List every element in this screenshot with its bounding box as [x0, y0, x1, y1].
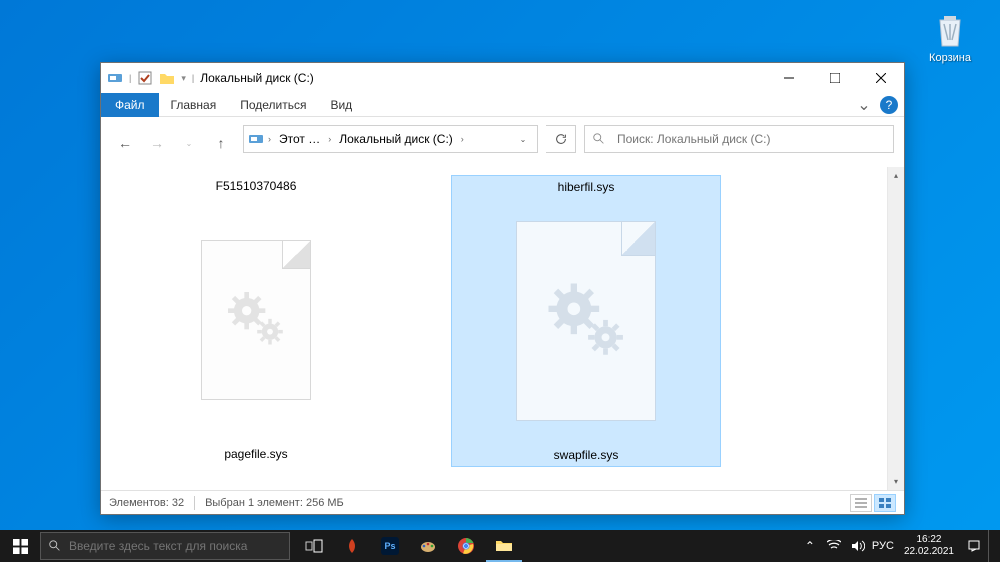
ribbon: Файл Главная Поделиться Вид ⌄ ? — [101, 93, 904, 117]
vertical-scrollbar[interactable]: ▴ ▾ — [887, 167, 904, 490]
addr-dropdown[interactable]: ⌄ — [513, 135, 533, 144]
search-input[interactable] — [613, 132, 893, 146]
show-desktop-button[interactable] — [988, 530, 994, 562]
scroll-down-button[interactable]: ▾ — [888, 473, 904, 490]
tray-language[interactable]: РУС — [872, 540, 894, 552]
scroll-up-button[interactable]: ▴ — [888, 167, 904, 184]
tray-volume-icon[interactable] — [848, 530, 868, 562]
status-selected: Выбран 1 элемент: 256 МБ — [205, 497, 344, 509]
taskbar-search[interactable] — [40, 532, 290, 560]
taskbar-search-input[interactable] — [69, 539, 289, 553]
recycle-bin-icon — [930, 10, 970, 50]
taskbar-app-photoshop[interactable]: Ps — [372, 530, 408, 562]
titlebar[interactable]: | ▾ | Локальный диск (C:) — [101, 63, 904, 93]
tray-clock[interactable]: 16:22 22.02.2021 — [898, 534, 960, 558]
start-button[interactable] — [0, 530, 40, 562]
nav-back-button[interactable]: ← — [111, 129, 139, 157]
file-thumb — [181, 195, 331, 445]
tray-date: 22.02.2021 — [904, 546, 954, 558]
qat-sep: | — [129, 73, 131, 83]
checkbox-icon[interactable] — [137, 70, 153, 86]
close-button[interactable] — [858, 63, 904, 93]
nav-up-button[interactable]: ↑ — [207, 129, 235, 157]
address-bar[interactable]: › Этот … › Локальный диск (C:) › ⌄ — [243, 125, 538, 153]
refresh-button[interactable] — [546, 125, 576, 153]
ribbon-home-tab[interactable]: Главная — [159, 93, 229, 117]
file-item-selected[interactable]: hiberfil.sys swapfile.sys — [451, 175, 721, 467]
recycle-bin[interactable]: Корзина — [920, 10, 980, 64]
minimize-button[interactable] — [766, 63, 812, 93]
file-name-bottom: pagefile.sys — [224, 447, 287, 461]
ribbon-file-tab[interactable]: Файл — [101, 93, 159, 117]
addr-drive-icon — [248, 131, 264, 147]
ribbon-view-tab[interactable]: Вид — [318, 93, 364, 117]
folder-icon[interactable] — [159, 70, 175, 86]
file-item[interactable]: F51510370486 pagefile.sys — [121, 175, 391, 467]
ribbon-share-tab[interactable]: Поделиться — [228, 93, 318, 117]
tray-time: 16:22 — [904, 534, 954, 546]
qat-dd[interactable]: ▾ — [181, 73, 186, 84]
thumbnails-view-button[interactable] — [874, 494, 896, 512]
search-box[interactable] — [584, 125, 894, 153]
taskbar-app-explorer[interactable] — [486, 530, 522, 562]
tray-expand-button[interactable]: ⌃ — [800, 530, 820, 562]
taskbar-search-icon — [41, 539, 69, 553]
maximize-button[interactable] — [812, 63, 858, 93]
status-count: Элементов: 32 — [109, 497, 184, 509]
tray-network-icon[interactable] — [824, 530, 844, 562]
breadcrumb-pc[interactable]: Этот … — [275, 126, 324, 152]
drive-icon — [107, 70, 123, 86]
window-controls — [766, 63, 904, 93]
nav-recent-button[interactable]: ⌄ — [175, 129, 203, 157]
taskbar-app-chrome[interactable] — [448, 530, 484, 562]
explorer-window: | ▾ | Локальный диск (C:) Файл Главная П… — [100, 62, 905, 515]
qat-sep2: | — [192, 73, 194, 83]
statusbar: Элементов: 32 Выбран 1 элемент: 256 МБ — [101, 490, 904, 514]
qat-icons: | ▾ | — [101, 70, 194, 86]
window-title: Локальный диск (C:) — [200, 71, 766, 85]
task-view-button[interactable] — [296, 530, 332, 562]
file-name-top: hiberfil.sys — [558, 180, 615, 194]
details-view-button[interactable] — [850, 494, 872, 512]
taskbar-app-paint[interactable] — [410, 530, 446, 562]
addr-sep-2[interactable]: › — [459, 134, 466, 144]
file-thumb — [511, 196, 661, 446]
recycle-bin-label: Корзина — [929, 52, 971, 64]
ribbon-expand-button[interactable]: ⌄ — [854, 95, 874, 115]
help-button[interactable]: ? — [880, 96, 898, 114]
breadcrumb-drive[interactable]: Локальный диск (C:) — [335, 126, 457, 152]
navbar: ← → ⌄ ↑ › Этот … › Локальный диск (C:) ›… — [111, 125, 894, 161]
file-name-bottom: swapfile.sys — [554, 448, 619, 462]
taskbar-app-1[interactable] — [334, 530, 370, 562]
tray-notifications-button[interactable] — [964, 530, 984, 562]
nav-forward-button[interactable]: → — [143, 129, 171, 157]
view-switcher — [850, 494, 896, 512]
file-name-top: F51510370486 — [216, 179, 297, 193]
file-list[interactable]: F51510370486 pagefile.sys hiberfil.sys — [101, 167, 887, 490]
search-icon — [585, 132, 613, 146]
taskbar: Ps ⌃ РУС 16:22 22.02.2021 — [0, 530, 1000, 562]
addr-sep-0[interactable]: › — [266, 134, 273, 144]
addr-sep-1[interactable]: › — [326, 134, 333, 144]
